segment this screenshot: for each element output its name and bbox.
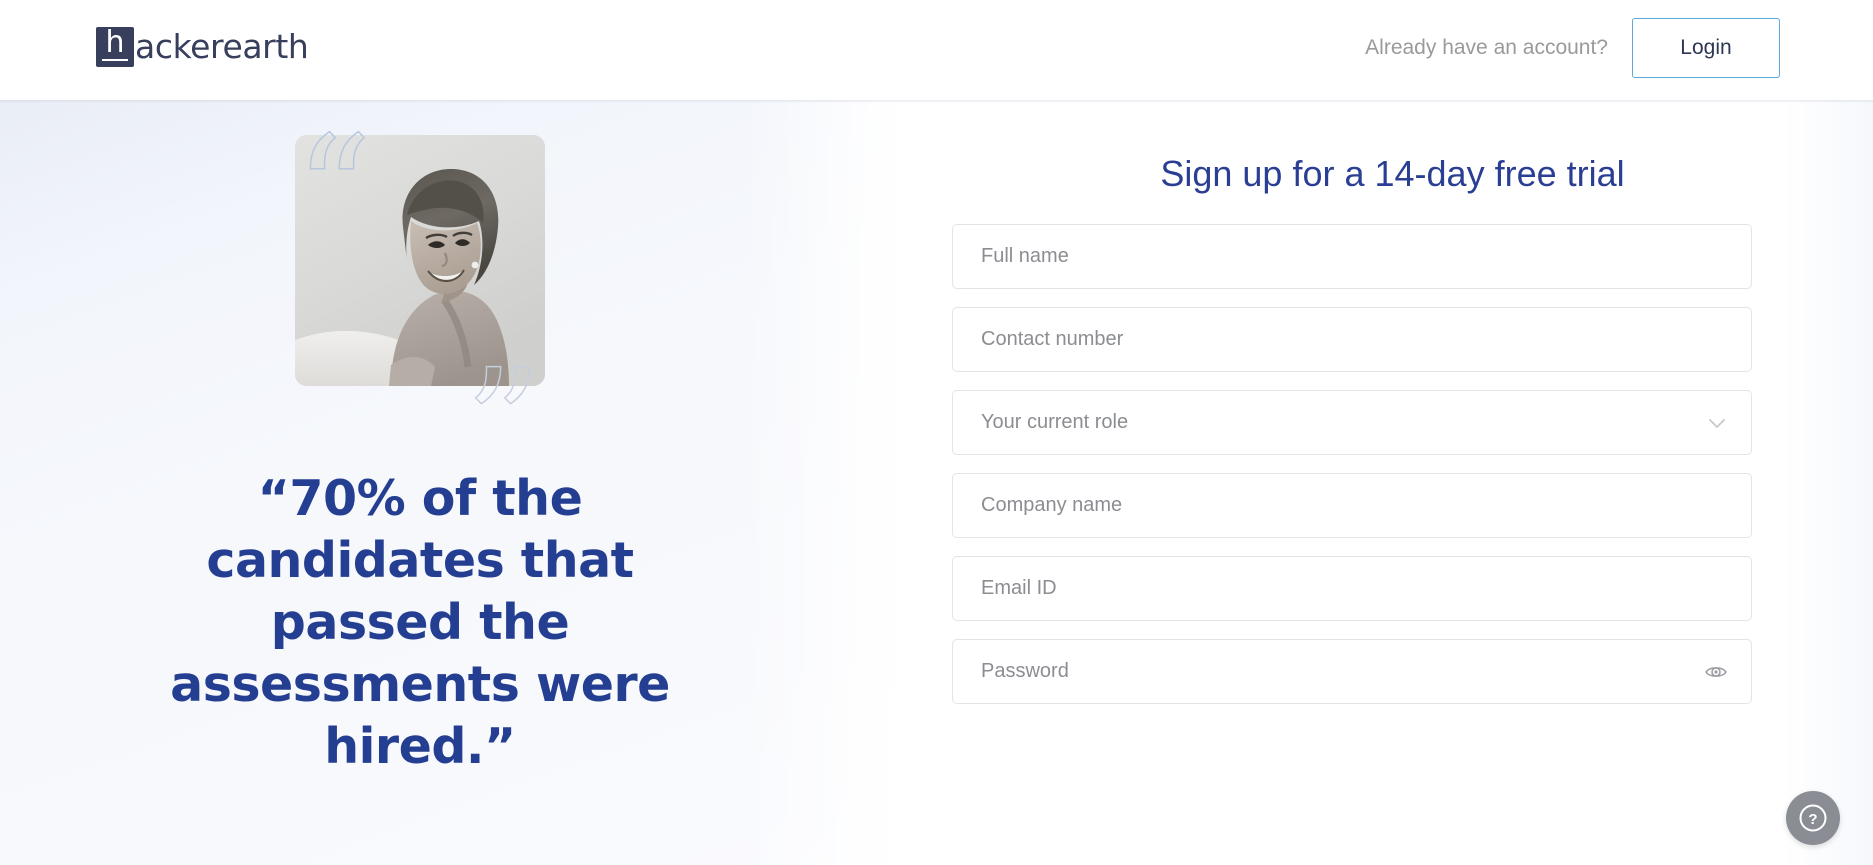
signup-form-panel: Sign up for a 14-day free trial Full nam…	[912, 100, 1873, 865]
logo-wordmark: ackerearth	[135, 27, 309, 66]
quote-close-icon: ”	[464, 338, 542, 512]
password-field[interactable]: Password	[952, 639, 1752, 704]
header-divider	[0, 100, 1873, 103]
email-id-field[interactable]: Email ID	[952, 556, 1752, 621]
chevron-down-icon[interactable]	[1705, 411, 1729, 435]
eye-icon[interactable]	[1703, 659, 1729, 685]
logo-mark-icon: h	[96, 27, 134, 67]
login-button[interactable]: Login	[1632, 18, 1780, 78]
company-name-field[interactable]: Company name	[952, 473, 1752, 538]
full-name-field[interactable]: Full name	[952, 224, 1752, 289]
contact-number-placeholder: Contact number	[981, 328, 1124, 350]
current-role-placeholder: Your current role	[981, 411, 1129, 433]
password-placeholder: Password	[981, 660, 1069, 682]
contact-number-field[interactable]: Contact number	[952, 307, 1752, 372]
full-name-placeholder: Full name	[981, 245, 1069, 267]
hackerearth-logo[interactable]: h ackerearth	[96, 22, 309, 72]
header-actions: Already have an account? Login	[1365, 18, 1780, 78]
testimonial-quote: “70% of the candidates that passed the a…	[170, 470, 670, 775]
signup-page: h ackerearth Already have an account? Lo…	[0, 0, 1873, 865]
quote-open-icon: “	[294, 105, 372, 279]
svg-text:?: ?	[1808, 811, 1817, 828]
testimonial-photo-wrap: “ ”	[294, 116, 545, 501]
page-header: h ackerearth Already have an account? Lo…	[0, 0, 1873, 100]
help-button[interactable]: ?	[1786, 791, 1840, 845]
testimonial-panel: “ ” “70% of the candidates that passed t…	[0, 100, 912, 865]
current-role-select[interactable]: Your current role	[952, 390, 1752, 455]
logo-underline	[102, 59, 128, 61]
signup-form: Full name Contact number Your current ro…	[952, 224, 1752, 722]
already-have-account-label: Already have an account?	[1365, 36, 1608, 59]
logo-h-glyph: h	[105, 25, 125, 60]
email-id-placeholder: Email ID	[981, 577, 1057, 599]
form-title: Sign up for a 14-day free trial	[1160, 153, 1625, 194]
company-name-placeholder: Company name	[981, 494, 1123, 516]
